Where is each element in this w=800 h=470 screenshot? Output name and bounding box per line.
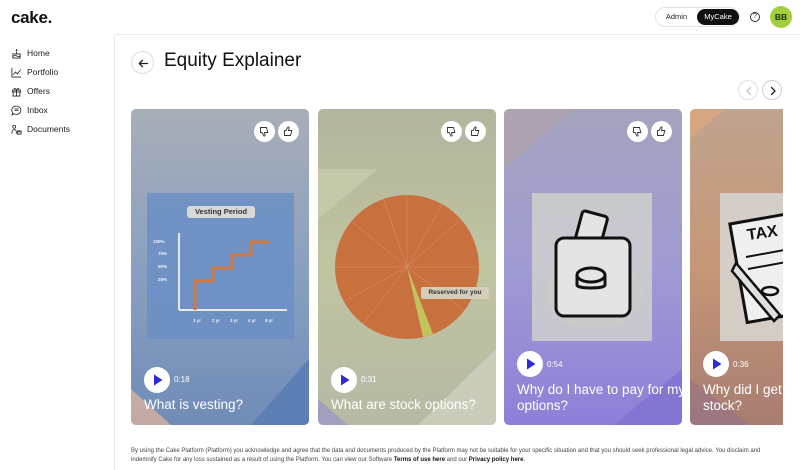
thumbs-down-icon	[447, 127, 456, 137]
sidebar-item-label: Inbox	[27, 105, 48, 115]
header-divider	[115, 34, 800, 35]
thumbs-down-button[interactable]	[627, 121, 648, 142]
video-duration: 0:18	[174, 375, 190, 384]
arrow-left-icon	[138, 59, 149, 68]
video-card-vesting[interactable]: Vesting Period 100% 75% 50% 25% 1 yr 2 y…	[131, 109, 309, 425]
y-tick-75: 75%	[158, 251, 168, 256]
back-button[interactable]	[131, 51, 154, 74]
disclaimer-text: .	[523, 456, 526, 463]
thumbs-up-button[interactable]	[278, 121, 299, 142]
y-tick-25: 25%	[158, 277, 168, 282]
video-card-pay-for-options[interactable]: 0:54 Why do I have to pay for my options…	[504, 109, 682, 425]
carousel-prev-button[interactable]	[738, 80, 758, 100]
disclaimer-text: and our	[445, 456, 469, 463]
sidebar-item-label: Portfolio	[27, 67, 59, 77]
reserved-for-you-label: Reserved for you	[428, 289, 482, 296]
play-button[interactable]	[703, 351, 729, 377]
page-title: Equity Explainer	[164, 50, 302, 71]
sidebar-item-inbox[interactable]: Inbox	[11, 103, 48, 117]
video-carousel: Vesting Period 100% 75% 50% 25% 1 yr 2 y…	[131, 109, 783, 425]
wallet-illustration	[532, 193, 652, 341]
top-bar: cake. Admin MyCake ? BB	[0, 0, 800, 34]
video-title: Why did I get taxed and not stock?	[703, 382, 783, 413]
video-title: Why do I have to pay for my options?	[517, 382, 682, 413]
avatar[interactable]: BB	[770, 6, 792, 28]
video-card-stock-options[interactable]: Reserved for you 0:31 What are stock opt…	[318, 109, 496, 425]
video-duration: 0:54	[547, 360, 563, 369]
tax-document-illustration	[720, 193, 783, 341]
sidebar-item-portfolio[interactable]: Portfolio	[11, 65, 58, 79]
thumbs-down-icon	[260, 127, 269, 137]
legal-disclaimer: By using the Cake Platform (Platform) yo…	[131, 447, 781, 464]
x-tick-3: 3 yr	[230, 318, 239, 323]
video-card-taxed[interactable]: TAX 0:36 Why did I get taxed and not sto…	[690, 109, 783, 425]
sidebar: Home Portfolio Offers Inbox Documents	[0, 34, 114, 470]
sidebar-item-label: Documents	[27, 124, 70, 134]
cake-logo[interactable]: cake.	[11, 8, 52, 28]
sidebar-item-home[interactable]: Home	[11, 46, 50, 60]
carousel-next-button[interactable]	[762, 80, 782, 100]
question-circle-icon[interactable]: ?	[750, 12, 760, 22]
x-tick-4: 4 yr	[248, 318, 257, 323]
privacy-policy-link[interactable]: Privacy policy here	[469, 457, 524, 463]
role-toggle: Admin MyCake	[655, 7, 740, 27]
thumbs-up-button[interactable]	[465, 121, 486, 142]
sidebar-item-offers[interactable]: Offers	[11, 84, 50, 98]
play-button[interactable]	[331, 367, 357, 393]
person-docs-icon	[11, 124, 22, 134]
play-icon	[341, 374, 350, 386]
x-tick-5: 5 yr	[265, 318, 274, 323]
thumbs-up-icon	[284, 126, 293, 136]
mycake-toggle-option[interactable]: MyCake	[697, 9, 739, 25]
video-title: What is vesting?	[144, 397, 244, 412]
y-tick-50: 50%	[158, 264, 168, 269]
play-button[interactable]	[144, 367, 170, 393]
stock-options-pie-illustration	[335, 195, 479, 339]
play-icon	[713, 358, 722, 370]
cake-icon	[12, 48, 21, 58]
play-icon	[527, 358, 536, 370]
thumbs-up-icon	[657, 126, 666, 136]
chat-bubble-icon	[11, 105, 22, 116]
video-duration: 0:31	[361, 375, 377, 384]
x-tick-2: 2 yr	[212, 318, 221, 323]
chevron-right-icon	[770, 86, 776, 96]
video-title: What are stock options?	[331, 397, 476, 412]
vesting-period-label: Vesting Period	[194, 207, 248, 216]
thumbs-down-button[interactable]	[254, 121, 275, 142]
thumbs-up-button[interactable]	[651, 121, 672, 142]
trend-chart-icon	[11, 67, 22, 77]
sidebar-item-label: Offers	[27, 86, 50, 96]
play-icon	[154, 374, 163, 386]
thumbs-down-button[interactable]	[441, 121, 462, 142]
video-duration: 0:36	[733, 360, 749, 369]
x-tick-1: 1 yr	[193, 318, 202, 323]
gift-icon	[11, 87, 22, 96]
sidebar-divider	[114, 34, 115, 470]
thumbs-down-icon	[633, 127, 642, 137]
play-button[interactable]	[517, 351, 543, 377]
sidebar-item-label: Home	[27, 48, 50, 58]
thumbs-up-icon	[471, 126, 480, 136]
sidebar-item-documents[interactable]: Documents	[11, 122, 70, 136]
y-tick-100: 100%	[153, 239, 165, 244]
terms-of-use-link[interactable]: Terms of use here	[394, 457, 445, 463]
chevron-left-icon	[746, 86, 752, 96]
admin-toggle-option[interactable]: Admin	[656, 8, 697, 26]
